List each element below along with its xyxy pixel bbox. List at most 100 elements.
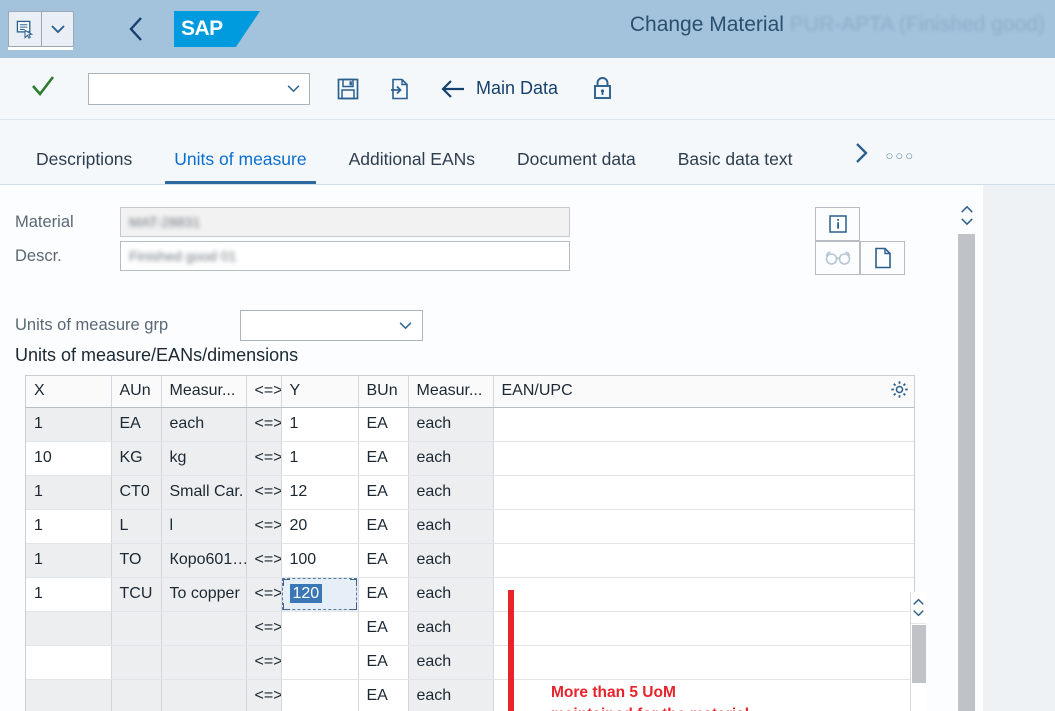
cell-ean[interactable] (493, 509, 914, 544)
cell-bun[interactable]: EA (358, 475, 409, 510)
tab-units-of-measure[interactable]: Units of measure (153, 149, 327, 184)
tab-more-button[interactable]: ○○○ (886, 148, 916, 163)
column-header-measure2[interactable]: Measur... (408, 376, 494, 408)
cell-eq[interactable]: <=> (246, 679, 282, 711)
cell-aun[interactable]: L (111, 509, 162, 544)
cell-measure[interactable] (161, 645, 247, 680)
cell-bun[interactable]: EA (358, 543, 409, 578)
cell-y[interactable] (281, 679, 359, 711)
cell-bun[interactable]: EA (358, 645, 409, 680)
cell-measure[interactable] (161, 611, 247, 646)
cell-y[interactable]: 20 (281, 509, 359, 544)
table-row[interactable]: 1 TCU To copper <=> 120 EA each (26, 577, 914, 612)
cell-measure2[interactable]: each (408, 509, 494, 544)
tab-additional-eans[interactable]: Additional EANs (328, 149, 496, 184)
cell-measure[interactable]: each (161, 407, 247, 442)
cell-aun[interactable]: TCU (111, 577, 162, 612)
cell-measure2[interactable]: each (408, 407, 494, 442)
cell-x[interactable]: 1 (26, 509, 112, 544)
cell-ean[interactable] (493, 645, 914, 680)
cell-eq[interactable]: <=> (246, 509, 282, 544)
page-scroll-arrows[interactable] (958, 198, 976, 232)
cell-aun[interactable]: EA (111, 407, 162, 442)
cell-eq[interactable]: <=> (246, 577, 282, 612)
table-row[interactable]: 1 EA each <=> 1 EA each (26, 407, 914, 442)
cell-aun[interactable]: TO (111, 543, 162, 578)
cell-measure2[interactable]: each (408, 441, 494, 476)
cell-measure[interactable]: kg (161, 441, 247, 476)
table-row[interactable]: <=> EA each (26, 611, 914, 646)
cell-aun[interactable]: CT0 (111, 475, 162, 510)
cell-eq[interactable]: <=> (246, 543, 282, 578)
main-data-back-button[interactable]: Main Data (440, 78, 558, 99)
page-scroll-thumb[interactable] (958, 234, 975, 711)
confirm-button[interactable] (30, 74, 56, 103)
cell-bun[interactable]: EA (358, 611, 409, 646)
cell-y[interactable] (281, 645, 359, 680)
cell-ean[interactable] (493, 441, 914, 476)
table-row[interactable]: <=> EA each (26, 679, 914, 711)
tab-next-button[interactable] (854, 141, 870, 170)
cell-aun[interactable] (111, 679, 162, 711)
cell-eq[interactable]: <=> (246, 441, 282, 476)
gear-icon[interactable] (890, 380, 909, 404)
notes-cursor-icon[interactable] (9, 12, 42, 46)
tab-basic-data-text[interactable]: Basic data text (657, 149, 814, 184)
cell-eq[interactable]: <=> (246, 475, 282, 510)
cell-eq[interactable]: <=> (246, 611, 282, 646)
column-header-y[interactable]: Y (281, 376, 359, 408)
table-scrollbar[interactable] (910, 592, 926, 711)
display-glasses-button[interactable] (815, 241, 860, 275)
cell-x[interactable]: 1 (26, 577, 112, 612)
shell-back-button[interactable] (122, 14, 152, 44)
column-header-x[interactable]: X (26, 376, 112, 408)
cell-measure[interactable]: Small Car. (161, 475, 247, 510)
cell-y[interactable] (281, 611, 359, 646)
toolbar-select[interactable] (88, 72, 310, 105)
table-scroll-arrows[interactable] (911, 592, 926, 624)
cell-bun[interactable]: EA (358, 509, 409, 544)
table-row[interactable]: 1 TO Коро601… <=> 100 EA each (26, 543, 914, 578)
column-header-ean-upc[interactable]: EAN/UPC (493, 376, 914, 408)
cell-measure[interactable]: l (161, 509, 247, 544)
cell-aun[interactable]: KG (111, 441, 162, 476)
cell-ean[interactable] (493, 611, 914, 646)
descr-field[interactable]: Finished good 01 (120, 241, 570, 271)
cell-measure2[interactable]: each (408, 645, 494, 680)
cell-x[interactable] (26, 611, 112, 646)
cell-aun[interactable] (111, 611, 162, 646)
save-button[interactable] (334, 75, 362, 103)
cell-ean[interactable] (493, 475, 914, 510)
cell-x[interactable]: 1 (26, 407, 112, 442)
info-button[interactable] (815, 207, 860, 241)
copy-to-document-button[interactable] (386, 75, 414, 103)
cell-x[interactable]: 1 (26, 543, 112, 578)
cell-eq[interactable]: <=> (246, 645, 282, 680)
column-header-equals[interactable]: <=> (246, 376, 282, 408)
cell-measure2[interactable]: each (408, 611, 494, 646)
cell-aun[interactable] (111, 645, 162, 680)
cell-measure[interactable]: To copper (161, 577, 247, 612)
cell-bun[interactable]: EA (358, 441, 409, 476)
cell-bun[interactable]: EA (358, 407, 409, 442)
table-row[interactable]: 1 Ll <=> 20 EA each (26, 509, 914, 544)
cell-eq[interactable]: <=> (246, 407, 282, 442)
cell-x[interactable] (26, 645, 112, 680)
cell-y[interactable]: 120 (281, 577, 359, 612)
cell-measure2[interactable]: each (408, 679, 494, 711)
table-scroll-thumb[interactable] (912, 625, 926, 683)
lock-button[interactable] (588, 75, 616, 103)
notes-split-button[interactable] (8, 11, 74, 47)
cell-x[interactable]: 1 (26, 475, 112, 510)
cell-y[interactable]: 12 (281, 475, 359, 510)
column-header-bun[interactable]: BUn (358, 376, 409, 408)
uom-group-select[interactable] (240, 310, 423, 341)
cell-x[interactable]: 10 (26, 441, 112, 476)
sap-logo[interactable]: SAP (174, 11, 260, 47)
cell-x[interactable] (26, 679, 112, 711)
cell-y[interactable]: 1 (281, 441, 359, 476)
tab-document-data[interactable]: Document data (496, 149, 657, 184)
document-button[interactable] (860, 241, 905, 275)
cell-bun[interactable]: EA (358, 679, 409, 711)
page-scrollbar[interactable] (958, 198, 976, 711)
